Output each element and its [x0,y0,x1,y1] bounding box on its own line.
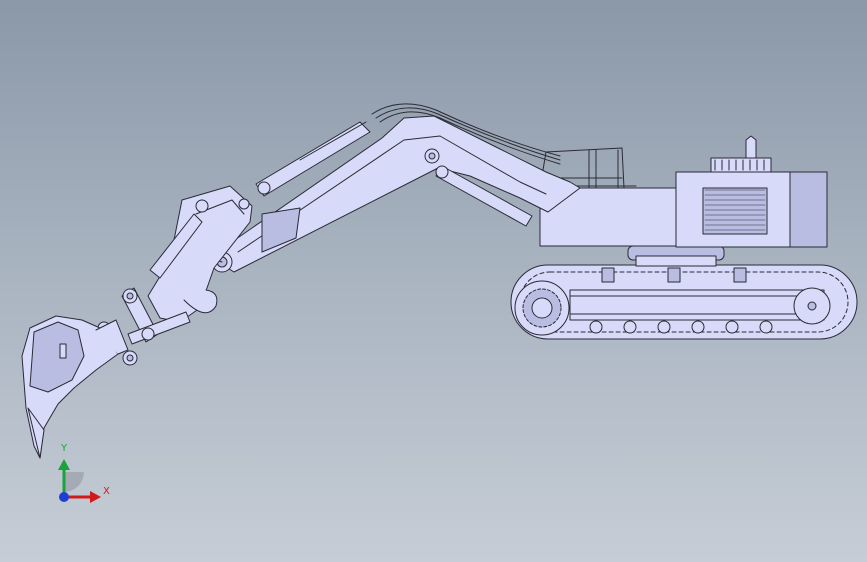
3d-viewport[interactable]: Y X [0,0,867,562]
axis-x-label: X [103,486,110,497]
coordinate-triad [58,459,101,503]
counterweight [789,171,828,248]
upper-house [539,135,828,248]
track-frame [569,289,825,321]
triad-arc [64,472,84,492]
axis-y-label: Y [61,443,68,454]
engine-vent [710,157,772,173]
bucket [21,315,129,459]
axis-z-dot-icon [59,492,69,502]
stick-pin-top [195,199,209,213]
exhaust-stack [745,135,757,159]
excavator-model[interactable] [0,0,867,562]
track-assembly [510,245,858,340]
